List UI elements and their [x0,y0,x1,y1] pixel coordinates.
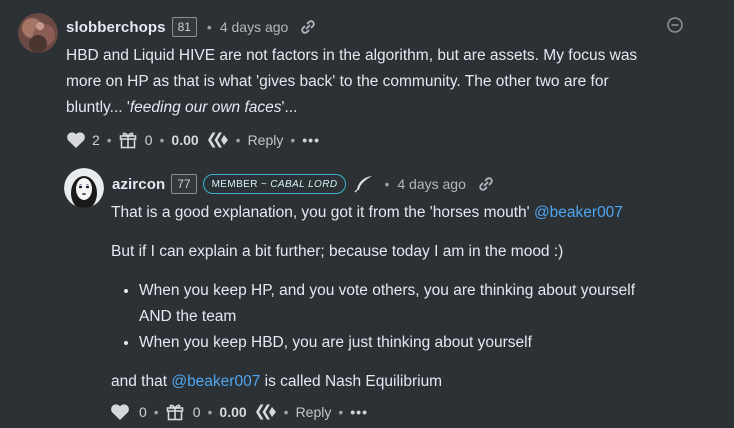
badge-title: ~ CABAL LORD [260,178,338,190]
separator-dot: • [290,132,296,148]
comment-body: That is a good explanation, you got it f… [111,200,721,395]
separator-dot: • [384,176,390,192]
emphasized-text: feeding our own faces [129,99,282,116]
feather-icon [354,175,374,193]
separator-dot: • [153,404,159,420]
separator-dot: • [206,19,212,35]
separator-dot: • [159,132,165,148]
reblog-icon[interactable] [166,403,184,421]
collapse-icon[interactable] [667,17,683,33]
comment-body: HBD and Liquid HIVE are not factors in t… [66,43,726,121]
reply-button[interactable]: Reply [296,404,332,420]
body-text: '... [281,99,298,116]
reputation-badge: 77 [171,174,197,194]
more-options-button[interactable]: ••• [302,132,320,148]
user-mention-link[interactable]: @beaker007 [171,373,260,390]
upvote-icon[interactable] [66,131,86,149]
payout-value[interactable]: 0.00 [171,132,198,148]
comment-azircon: azircon 77 MEMBER ~ CABAL LORD • 4 days … [0,160,734,428]
body-text: is called Nash Equilibrium [260,373,443,390]
separator-dot: • [106,132,112,148]
body-text: and that [111,373,172,390]
comment-slobberchops: slobberchops 81 • 4 days ago HBD and Liq… [0,0,734,160]
reblog-count: 0 [144,132,153,148]
hive-icon [255,403,277,421]
reblog-icon[interactable] [119,131,137,149]
reply-button[interactable]: Reply [248,132,284,148]
permalink-icon[interactable] [300,19,316,35]
timestamp[interactable]: 4 days ago [397,176,466,192]
separator-dot: • [207,404,213,420]
body-line: HBD and Liquid HIVE are not factors in t… [66,47,638,64]
author-name[interactable]: slobberchops [66,19,166,36]
list-item-text: When you keep HP, and you vote others, y… [139,282,636,299]
vote-count[interactable]: 0 [139,404,147,420]
body-text: bluntly... ' [66,99,130,116]
body-paragraph: That is a good explanation, you got it f… [111,200,721,226]
user-mention-link[interactable]: @beaker007 [534,204,623,221]
body-paragraph: and that @beaker007 is called Nash Equil… [111,369,721,395]
body-line: more on HP as that is what 'gives back' … [66,73,609,90]
vote-count[interactable]: 2 [92,132,100,148]
payout-value[interactable]: 0.00 [219,404,246,420]
timestamp[interactable]: 4 days ago [220,19,289,35]
author-name[interactable]: azircon [112,176,165,193]
permalink-icon[interactable] [478,176,494,192]
reblog-count: 0 [192,404,201,420]
bullet-list: When you keep HP, and you vote others, y… [111,278,721,356]
separator-dot: • [338,404,344,420]
body-paragraph: But if I can explain a bit further; beca… [111,243,564,260]
separator-dot: • [283,404,289,420]
reputation-badge: 81 [171,17,197,37]
avatar[interactable] [18,13,58,53]
comment-actions: 2 • 0 • 0.00 • Reply • ••• [66,129,320,151]
badge-role: MEMBER [211,178,258,190]
list-item: When you keep HP, and you vote others, y… [139,278,721,330]
comment-actions: 0 • 0 • 0.00 • Reply • ••• [110,401,368,423]
list-item: When you keep HBD, you are just thinking… [139,330,721,356]
separator-dot: • [235,132,241,148]
more-options-button[interactable]: ••• [350,404,368,420]
upvote-icon[interactable] [110,403,130,421]
body-line: bluntly... 'feeding our own faces'... [66,95,726,121]
body-text: That is a good explanation, you got it f… [111,204,534,221]
list-item-text: AND the team [139,308,237,325]
avatar[interactable] [64,168,104,208]
hive-icon [207,131,229,149]
community-role-badge: MEMBER ~ CABAL LORD [202,174,347,194]
